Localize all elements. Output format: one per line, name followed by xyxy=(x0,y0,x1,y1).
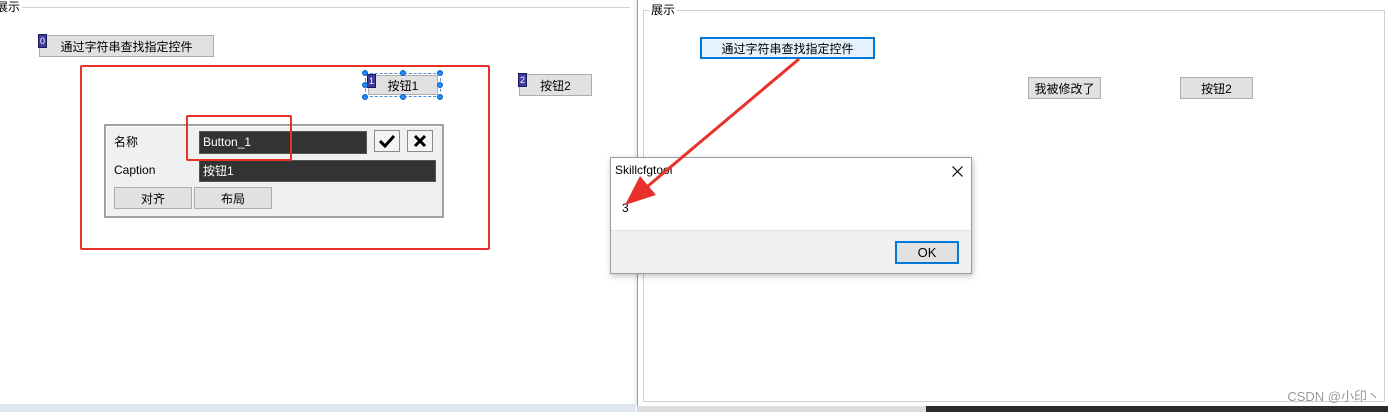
annotation-arrow xyxy=(625,57,800,205)
taskbar-strip xyxy=(0,404,636,412)
taskbar-strip xyxy=(637,406,926,412)
watermark: CSDN @小印丶 xyxy=(1287,389,1380,404)
taskbar-strip xyxy=(926,406,1388,412)
